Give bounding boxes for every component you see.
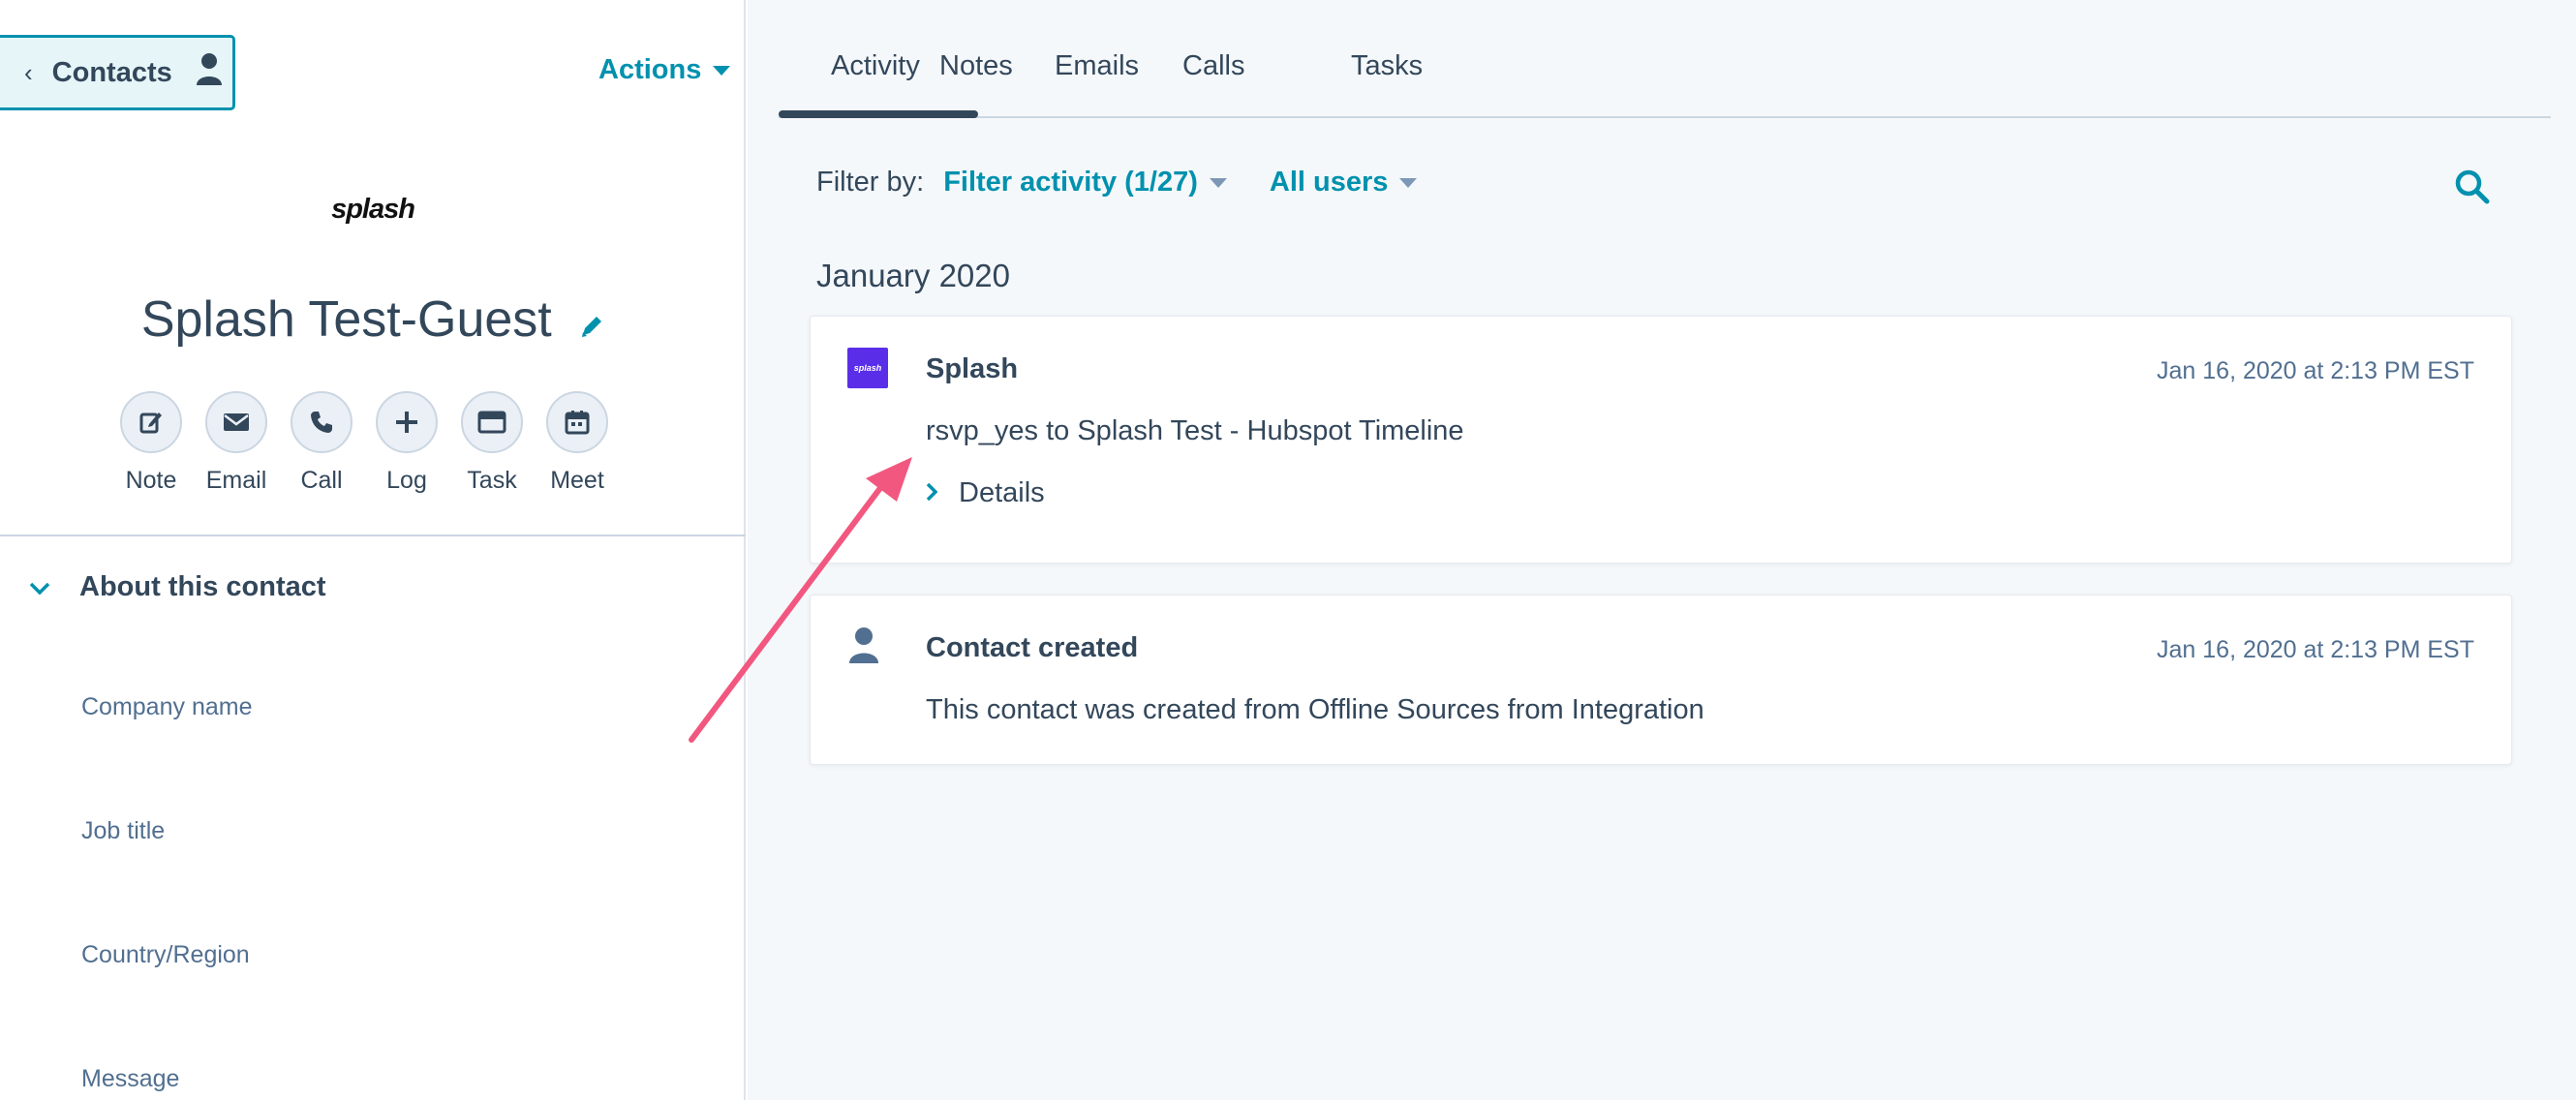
meet-action-label: Meet [550, 467, 604, 494]
back-to-contacts-label: Contacts [51, 56, 172, 88]
timeline-card-title: Splash [926, 353, 1019, 384]
actions-dropdown[interactable]: Actions [598, 54, 731, 86]
tab-notes[interactable]: Notes [939, 50, 1013, 82]
property-message[interactable]: Message [81, 1065, 179, 1093]
chevron-down-icon [29, 571, 50, 603]
log-action[interactable]: Log [376, 391, 438, 495]
actions-label: Actions [598, 54, 702, 85]
timeline-card-body: This contact was created from Offline So… [926, 694, 1704, 725]
timeline-card-timestamp: Jan 16, 2020 at 2:13 PM EST [2157, 357, 2474, 384]
quick-actions-bar: Note Email Call Log Task Meet [120, 391, 608, 495]
filter-by-label: Filter by: [816, 167, 925, 198]
timeline-card-title: Contact created [926, 632, 1139, 663]
tab-activity[interactable]: Activity [831, 50, 920, 82]
filter-activity-dropdown[interactable]: Filter activity (1/27) [943, 167, 1227, 199]
envelope-icon[interactable] [205, 391, 267, 453]
call-action[interactable]: Call [291, 391, 353, 495]
contact-name: Splash Test-Guest [140, 291, 552, 348]
tab-emails[interactable]: Emails [1055, 50, 1139, 82]
details-label: Details [959, 477, 1045, 508]
timeline-tabs: Activity Notes Emails Calls Tasks [779, 0, 2551, 118]
timeline-card-body: rsvp_yes to Splash Test - Hubspot Timeli… [926, 415, 1464, 446]
search-icon[interactable] [2454, 168, 2491, 210]
pencil-edit-icon[interactable] [579, 293, 604, 351]
caret-down-icon [1399, 177, 1418, 188]
log-action-label: Log [386, 467, 427, 494]
back-to-contacts-button[interactable]: ‹ Contacts [0, 35, 235, 110]
contact-name-heading: Splash Test-Guest [0, 290, 746, 351]
note-action[interactable]: Note [120, 391, 182, 495]
contact-sidebar: ‹ Contacts Actions splash Splash Test-Gu… [0, 0, 746, 1100]
task-action[interactable]: Task [461, 391, 523, 495]
about-section-title: About this contact [79, 571, 326, 602]
company-logo: splash [331, 194, 415, 225]
property-company-name[interactable]: Company name [81, 693, 252, 721]
all-users-label: All users [1269, 167, 1389, 198]
task-action-label: Task [467, 467, 517, 494]
property-job-title[interactable]: Job title [81, 817, 165, 845]
tab-calls[interactable]: Calls [1182, 50, 1244, 82]
timeline-panel: Activity Notes Emails Calls Tasks Filter… [748, 0, 2576, 1100]
email-action-label: Email [205, 467, 267, 494]
caret-down-icon [1209, 177, 1227, 188]
meet-action[interactable]: Meet [546, 391, 608, 495]
chevron-left-icon: ‹ [24, 57, 33, 87]
task-icon[interactable] [461, 391, 523, 453]
filter-bar: Filter by: Filter activity (1/27) All us… [816, 167, 1418, 199]
phone-icon[interactable] [291, 391, 353, 453]
splash-logo-icon: splash [847, 348, 888, 388]
chevron-right-icon [926, 477, 938, 509]
timeline-card-timestamp: Jan 16, 2020 at 2:13 PM EST [2157, 636, 2474, 663]
note-edit-icon[interactable] [120, 391, 182, 453]
person-icon [196, 52, 223, 93]
timeline-card-splash[interactable]: splash Splash Jan 16, 2020 at 2:13 PM ES… [810, 316, 2512, 564]
property-country-region[interactable]: Country/Region [81, 941, 250, 969]
all-users-dropdown[interactable]: All users [1270, 167, 1418, 199]
call-action-label: Call [300, 467, 343, 494]
plus-icon[interactable] [376, 391, 438, 453]
tab-tasks[interactable]: Tasks [1351, 50, 1423, 82]
details-toggle[interactable]: Details [926, 477, 1045, 509]
note-action-label: Note [125, 467, 177, 494]
active-tab-indicator [779, 110, 978, 118]
calendar-icon[interactable] [546, 391, 608, 453]
filter-activity-label: Filter activity (1/27) [943, 167, 1198, 198]
person-icon [847, 626, 880, 670]
email-action[interactable]: Email [205, 391, 267, 495]
timeline-card-contact-created[interactable]: Contact created Jan 16, 2020 at 2:13 PM … [810, 595, 2512, 765]
about-section-toggle[interactable]: About this contact [29, 571, 326, 603]
sidebar-divider [0, 535, 746, 536]
caret-down-icon [713, 65, 731, 76]
month-header: January 2020 [816, 258, 1010, 293]
